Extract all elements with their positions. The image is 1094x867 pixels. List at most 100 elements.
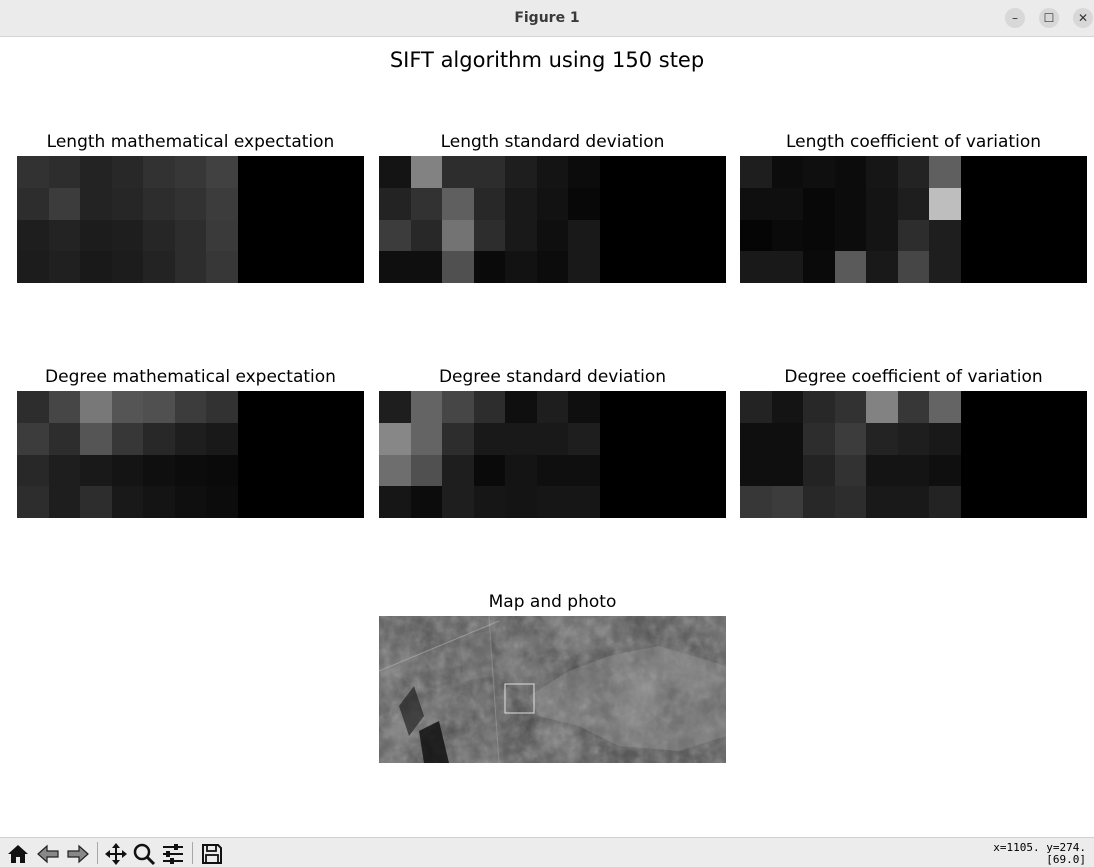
heatmap-cell (992, 391, 1024, 423)
heatmap-cell (48, 251, 81, 283)
heatmap-cell (17, 486, 49, 518)
heatmap-cell (536, 391, 569, 423)
heatmap-cell (960, 422, 993, 455)
heatmap-cell (442, 187, 474, 220)
heatmap-cell (300, 391, 333, 423)
heatmap-cell (803, 391, 835, 423)
heatmap-cell (771, 156, 804, 188)
heatmap-cell (174, 454, 207, 487)
panel-title: Length coefficient of variation (785, 132, 1042, 152)
heatmap-cell (48, 219, 81, 252)
zoom-button[interactable] (132, 843, 156, 866)
heatmap-cell (206, 251, 238, 283)
heatmap-cell (694, 422, 726, 455)
heatmap-cell (206, 486, 238, 518)
heatmap-cell (929, 486, 961, 518)
heatmap-cell (206, 391, 238, 423)
heatmap-cell (662, 391, 695, 423)
heatmap-cell (442, 156, 474, 188)
heatmap-cell (568, 422, 600, 455)
heatmap-cell (48, 156, 81, 188)
heatmap-cell (992, 486, 1024, 518)
heatmap-cell (897, 219, 930, 252)
heatmap-cell (442, 422, 474, 455)
heatmap-cell (771, 187, 804, 220)
panel-title: Degree mathematical expectation (45, 367, 336, 387)
heatmap-cell (300, 219, 333, 252)
heatmap-cell (111, 251, 144, 283)
pan-button[interactable] (104, 843, 128, 865)
panel-title: Degree coefficient of variation (784, 367, 1043, 387)
heatmap-cell (929, 219, 961, 252)
heatmap-cell (17, 251, 49, 283)
heatmap-cell (866, 422, 898, 455)
home-button[interactable] (6, 843, 30, 865)
back-button[interactable] (36, 843, 60, 865)
heatmap-cell (834, 251, 867, 283)
heatmap-cell (269, 156, 301, 188)
heatmap-cell (992, 219, 1024, 252)
home-icon (8, 845, 28, 863)
heatmap-cell (740, 219, 772, 252)
heatmap-cell (237, 422, 270, 455)
heatmap-cell (48, 486, 81, 518)
maximize-button[interactable]: ☐ (1039, 8, 1059, 28)
heatmap-cell (740, 422, 772, 455)
heatmap-cell (897, 422, 930, 455)
coords-line-2: [69.0] (1046, 853, 1086, 866)
heatmap-cell (803, 454, 835, 487)
heatmap-cell (410, 454, 443, 487)
heatmap-cell (237, 391, 270, 423)
heatmap-cell (379, 454, 411, 487)
back-icon (37, 844, 59, 864)
heatmap-cell (568, 391, 600, 423)
heatmap-cell (1023, 156, 1056, 188)
heatmap-cell (834, 486, 867, 518)
heatmap-cell (834, 156, 867, 188)
heatmap-cell (740, 251, 772, 283)
configure-subplots-button[interactable] (161, 843, 185, 865)
heatmap-cell (960, 156, 993, 188)
heatmap-cell (803, 219, 835, 252)
heatmap-cell (803, 422, 835, 455)
heatmap-cell (206, 422, 238, 455)
heatmap-cell (960, 251, 993, 283)
heatmap-cell (1055, 187, 1087, 220)
heatmap-cell (237, 251, 270, 283)
heatmap-cell (17, 454, 49, 487)
heatmap-cell (379, 187, 411, 220)
heatmap-cell (599, 156, 632, 188)
heatmap-cell (174, 187, 207, 220)
cursor-coordinates: x=1105. y=274. [69.0] (993, 842, 1086, 866)
heatmap-cell (332, 486, 364, 518)
heatmap-cell (174, 251, 207, 283)
heatmap-cell (960, 219, 993, 252)
heatmap-cell (1023, 391, 1056, 423)
heatmap-cell (410, 156, 443, 188)
heatmap-cell (960, 486, 993, 518)
heatmap-cell (866, 486, 898, 518)
minimize-button[interactable]: – (1005, 8, 1025, 28)
heatmap-cell (143, 156, 175, 188)
length-mean-heatmap (17, 156, 364, 283)
heatmap-cell (866, 454, 898, 487)
heatmap-cell (410, 391, 443, 423)
heatmap-cell (473, 219, 506, 252)
heatmap-cell (269, 454, 301, 487)
close-button[interactable]: ✕ (1073, 8, 1093, 28)
save-button[interactable] (200, 843, 224, 865)
heatmap-cell (897, 486, 930, 518)
length-std-heatmap (379, 156, 726, 283)
heatmap-cell (1055, 156, 1087, 188)
forward-button[interactable] (66, 843, 90, 865)
heatmap-cell (111, 486, 144, 518)
heatmap-cell (143, 422, 175, 455)
heatmap-cell (300, 251, 333, 283)
navigation-toolbar: x=1105. y=274. [69.0] (0, 837, 1094, 867)
heatmap-cell (300, 486, 333, 518)
heatmap-cell (1055, 422, 1087, 455)
heatmap-cell (834, 391, 867, 423)
heatmap-cell (111, 391, 144, 423)
heatmap-cell (771, 486, 804, 518)
heatmap-cell (568, 251, 600, 283)
